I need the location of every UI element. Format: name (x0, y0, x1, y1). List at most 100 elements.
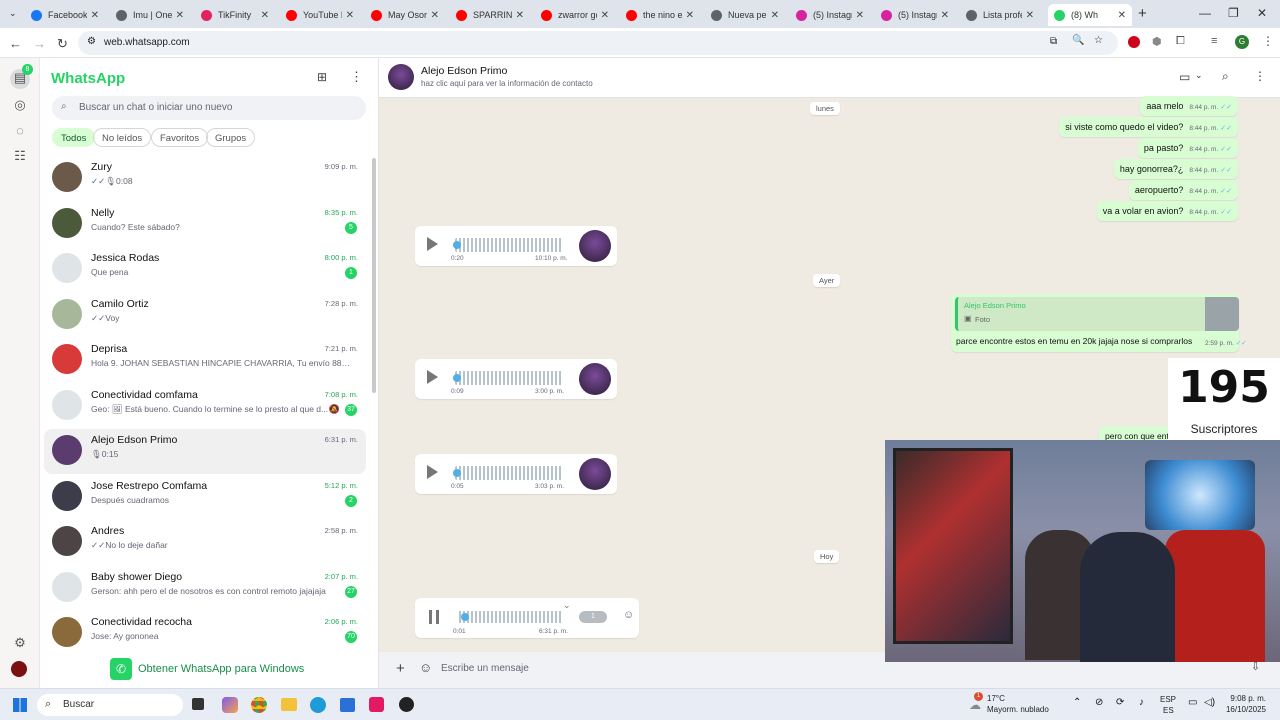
browser-tab[interactable]: the nino e ✕ (620, 4, 700, 26)
chat-list-item[interactable]: Deprisa Hola 9. JOHAN SEBASTIAN HINCAPIE … (44, 338, 366, 383)
tab-close-icon[interactable]: ✕ (771, 10, 779, 21)
show-hidden-icons-icon[interactable]: ⌃ (1073, 697, 1081, 708)
capcut-icon[interactable] (369, 697, 384, 712)
contact-avatar[interactable] (388, 64, 414, 90)
chat-list-item[interactable]: Jose Restrepo Comfama Después cuadramos 5:… (44, 475, 366, 520)
chat-list-item[interactable]: Conectividad comfama Geo: 🖼 Está bueno. C… (44, 384, 366, 429)
video-call-icon[interactable]: ▭ (1179, 70, 1190, 84)
tab-close-icon[interactable]: ✕ (91, 10, 99, 21)
zoom-icon[interactable]: 🔍 (1072, 35, 1084, 46)
outgoing-message[interactable]: si viste como quedo el video? 8:44 p. m. ✓… (1059, 117, 1238, 137)
outgoing-message[interactable]: pa pasto? 8:44 p. m. ✓✓ (1137, 138, 1238, 158)
chat-list-item[interactable]: Alejo Edson Primo 🎙0:15 6:31 p. m. (44, 429, 366, 474)
playback-speed-button[interactable]: 1 (579, 611, 607, 623)
play-icon[interactable] (427, 370, 438, 384)
edge-icon[interactable] (310, 697, 326, 713)
minimize-icon[interactable]: — (1199, 6, 1211, 20)
voice-message[interactable]: 0:05 3:03 p. m. (415, 454, 617, 494)
settings-icon[interactable]: ⚙ (11, 634, 29, 652)
sidebar-scrollbar[interactable] (372, 158, 376, 393)
channels-icon[interactable]: ◌ (11, 122, 29, 140)
audio-waveform[interactable] (455, 238, 563, 252)
filter-chip-favorites[interactable]: Favoritos (151, 128, 209, 147)
audio-waveform[interactable] (459, 611, 563, 623)
audio-progress-dot[interactable] (453, 469, 461, 477)
browser-tab[interactable]: SPARRING ✕ (450, 4, 530, 26)
message-input[interactable]: Escribe un mensaje (441, 663, 529, 674)
reply-message[interactable]: Alejo Edson Primo ▣ Foto parce encontre … (951, 294, 1247, 352)
tray-sync-icon[interactable]: ⟳ (1116, 697, 1124, 708)
reading-list-icon[interactable]: ≡ (1211, 35, 1217, 47)
chat-list-item[interactable]: Conectividad recocha Jose: Ay gononea 2:06… (44, 611, 366, 656)
chat-list-item[interactable]: Camilo Ortiz ✓✓Voy 7:28 p. m. (44, 293, 366, 338)
chevron-down-icon[interactable]: ⌄ (1195, 70, 1203, 81)
extensions-puzzle-icon[interactable]: ⧠ (1176, 35, 1185, 48)
tab-close-icon[interactable]: ✕ (601, 10, 609, 21)
tray-app-icon[interactable]: ⊘ (1095, 697, 1103, 708)
filter-chip-unread[interactable]: No leídos (93, 128, 152, 147)
chrome-icon[interactable] (251, 697, 267, 713)
file-explorer-icon[interactable] (281, 698, 297, 711)
audio-progress-dot[interactable] (453, 241, 461, 249)
message-menu-chevron-icon[interactable]: ⌄ (563, 600, 571, 611)
browser-tab[interactable]: (5) Instagr ✕ (875, 4, 955, 26)
weather-temp[interactable]: 17°C (987, 694, 1005, 703)
tab-close-icon[interactable]: ✕ (261, 10, 269, 21)
extension-red-icon[interactable] (1128, 36, 1140, 48)
site-info-icon[interactable]: ⚙ (87, 36, 96, 47)
keyboard-layout[interactable]: ES (1163, 706, 1174, 715)
tab-close-icon[interactable]: ✕ (856, 10, 864, 21)
new-chat-icon[interactable]: ⊞ (317, 70, 327, 84)
get-windows-app-link[interactable]: Obtener WhatsApp para Windows (138, 663, 304, 675)
clock-date[interactable]: 16/10/2025 (1222, 705, 1266, 714)
voice-message[interactable]: 0:20 10:10 p. m. (415, 226, 617, 266)
forward-icon[interactable]: → (33, 36, 46, 51)
filter-chip-all[interactable]: Todos (52, 128, 96, 147)
tab-close-icon[interactable]: ✕ (176, 10, 184, 21)
voice-message[interactable]: 0:09 3:00 p. m. (415, 359, 617, 399)
audio-waveform[interactable] (455, 466, 563, 480)
browser-tab[interactable]: Imu | One ✕ (110, 4, 190, 26)
extension-icon[interactable]: ⬢ (1152, 35, 1162, 48)
install-app-icon[interactable]: ⧉ (1050, 36, 1057, 47)
maximize-icon[interactable]: ❐ (1228, 6, 1239, 20)
conversation-header[interactable]: Alejo Edson Primo haz clic aquí para ver… (379, 58, 1280, 98)
browser-tab[interactable]: YouTube M ✕ (280, 4, 360, 26)
store-icon[interactable] (340, 698, 355, 712)
search-input[interactable]: ⌕ Buscar un chat o iniciar uno nuevo (52, 96, 366, 120)
input-language[interactable]: ESP (1160, 695, 1176, 704)
chat-list-item[interactable]: Zury ✓✓🎙0:08 9:09 p. m. (44, 156, 366, 201)
browser-tab[interactable]: (5) Instagr ✕ (790, 4, 870, 26)
task-view-icon[interactable] (192, 698, 204, 710)
sidebar-menu-icon[interactable]: ⋮ (350, 69, 363, 85)
emoji-icon[interactable]: ☺ (419, 660, 432, 675)
play-icon[interactable] (427, 465, 438, 479)
quoted-message[interactable]: Alejo Edson Primo ▣ Foto (955, 297, 1239, 331)
chat-list-item[interactable]: Baby shower Diego Gerson: ahh pero el de … (44, 566, 366, 611)
pause-button[interactable] (429, 610, 439, 624)
chat-list-item[interactable]: Jessica Rodas Que pena 8:00 p. m. 1 (44, 247, 366, 292)
audio-progress-dot[interactable] (461, 613, 469, 621)
search-chat-icon[interactable]: ⌕ (1222, 69, 1229, 84)
filter-chip-groups[interactable]: Grupos (206, 128, 256, 147)
tab-close-icon[interactable]: ✕ (516, 10, 524, 21)
voice-message-playing[interactable]: 0:01 6:31 p. m. ⌄ 1 ☺ (415, 598, 639, 638)
outgoing-message[interactable]: aaa melo 8:44 p. m. ✓✓ (1140, 96, 1238, 116)
chat-list-item[interactable]: Andres ✓✓No lo deje dañar 2:58 p. m. (44, 520, 366, 565)
taskbar-search[interactable]: ⌕ Buscar (37, 694, 183, 716)
network-icon[interactable]: ▭ (1188, 697, 1197, 708)
new-tab-button[interactable]: + (1138, 5, 1147, 22)
copilot-icon[interactable] (222, 697, 238, 713)
profile-photo[interactable] (11, 661, 27, 677)
browser-tab[interactable]: Lista profe ✕ (960, 4, 1040, 26)
tab-close-icon[interactable]: ✕ (431, 10, 439, 21)
outgoing-message[interactable]: hay gonorrea?¿ 8:44 p. m. ✓✓ (1113, 159, 1238, 179)
obs-icon[interactable] (399, 697, 414, 712)
communities-icon[interactable]: ☷ (11, 147, 29, 165)
attach-plus-icon[interactable]: + (396, 660, 405, 677)
tray-mic-icon[interactable]: ♪ (1139, 697, 1144, 708)
status-icon[interactable]: ◎ (11, 96, 29, 114)
windows-start-icon[interactable] (13, 698, 27, 712)
audio-waveform[interactable] (455, 371, 563, 385)
url-field[interactable]: ⚙ web.whatsapp.com ⧉ 🔍 ☆ (78, 31, 1118, 55)
